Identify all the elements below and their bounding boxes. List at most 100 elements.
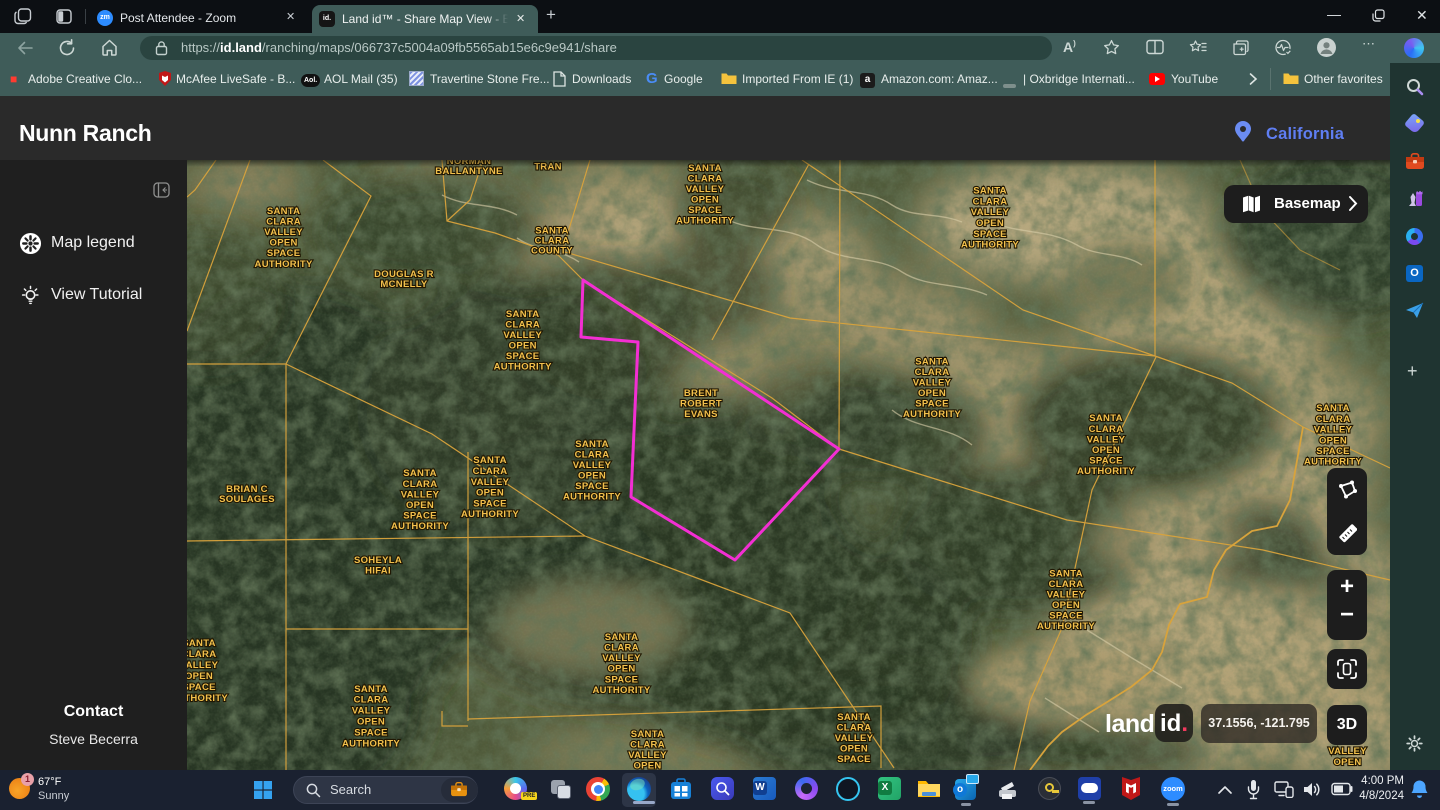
- svg-text:CLARA: CLARA: [403, 479, 438, 490]
- svg-text:VALLEY: VALLEY: [1328, 746, 1367, 757]
- svg-text:VALLEY: VALLEY: [503, 330, 542, 341]
- svg-text:BRENT: BRENT: [684, 388, 718, 399]
- svg-text:SANTA: SANTA: [267, 206, 301, 217]
- svg-text:VALLEY: VALLEY: [686, 184, 725, 195]
- svg-text:AUTHORITY: AUTHORITY: [903, 409, 961, 420]
- svg-text:SANTA: SANTA: [506, 309, 540, 320]
- svg-text:VALLEY: VALLEY: [352, 706, 391, 717]
- svg-text:CLARA: CLARA: [915, 367, 950, 378]
- svg-text:OPEN: OPEN: [840, 743, 868, 754]
- svg-text:VALLEY: VALLEY: [1314, 425, 1353, 436]
- svg-text:OPEN: OPEN: [1092, 445, 1120, 456]
- svg-text:AUTHORITY: AUTHORITY: [563, 492, 621, 503]
- svg-text:SPACE: SPACE: [837, 754, 871, 765]
- svg-text:VALLEY: VALLEY: [264, 227, 303, 238]
- svg-text:CLARA: CLARA: [604, 643, 639, 654]
- svg-text:OPEN: OPEN: [691, 195, 719, 206]
- svg-text:VALLEY: VALLEY: [628, 750, 667, 761]
- svg-text:SANTA: SANTA: [631, 729, 665, 740]
- svg-text:AUTHORITY: AUTHORITY: [1304, 457, 1362, 468]
- svg-text:SOHEYLA: SOHEYLA: [354, 555, 402, 566]
- svg-text:SANTA: SANTA: [575, 439, 609, 450]
- svg-text:EVANS: EVANS: [684, 409, 718, 420]
- svg-text:AUTHORITY: AUTHORITY: [391, 521, 449, 532]
- svg-text:SPACE: SPACE: [187, 682, 216, 693]
- svg-text:CLARA: CLARA: [505, 320, 540, 331]
- svg-text:SPACE: SPACE: [1316, 446, 1350, 457]
- svg-text:SPACE: SPACE: [267, 248, 301, 259]
- svg-text:SANTA: SANTA: [1049, 569, 1083, 580]
- svg-text:OPEN: OPEN: [1333, 757, 1361, 768]
- svg-text:SANTA: SANTA: [915, 357, 949, 368]
- svg-text:BALLANTYNE: BALLANTYNE: [435, 166, 502, 177]
- svg-text:AUTHORITY: AUTHORITY: [592, 685, 650, 696]
- svg-text:SPACE: SPACE: [506, 351, 540, 362]
- svg-text:OPEN: OPEN: [509, 341, 537, 352]
- svg-text:VALLEY: VALLEY: [1087, 434, 1126, 445]
- svg-text:HIFAI: HIFAI: [365, 566, 391, 577]
- svg-text:CLARA: CLARA: [575, 450, 610, 461]
- svg-text:OPEN: OPEN: [406, 500, 434, 511]
- svg-text:SANTA: SANTA: [354, 684, 388, 695]
- svg-text:OPEN: OPEN: [1319, 435, 1347, 446]
- svg-text:SPACE: SPACE: [403, 511, 437, 522]
- svg-text:VALLEY: VALLEY: [602, 653, 641, 664]
- svg-text:SPACE: SPACE: [575, 481, 609, 492]
- svg-text:SPACE: SPACE: [1049, 611, 1083, 622]
- svg-text:AUTHORITY: AUTHORITY: [342, 738, 400, 749]
- svg-text:SPACE: SPACE: [1089, 456, 1123, 467]
- svg-text:SANTA: SANTA: [837, 712, 871, 723]
- svg-text:CLARA: CLARA: [630, 740, 665, 751]
- svg-text:SANTA: SANTA: [1089, 413, 1123, 424]
- svg-text:SPACE: SPACE: [973, 229, 1007, 240]
- svg-text:VALLEY: VALLEY: [1047, 590, 1086, 601]
- svg-text:AUTHORITY: AUTHORITY: [255, 259, 313, 270]
- svg-text:AUTHORITY: AUTHORITY: [676, 216, 734, 227]
- svg-text:SPACE: SPACE: [605, 674, 639, 685]
- svg-text:CLARA: CLARA: [688, 174, 723, 185]
- svg-text:AUTHORITY: AUTHORITY: [961, 240, 1019, 251]
- svg-text:VALLEY: VALLEY: [913, 378, 952, 389]
- svg-text:CLARA: CLARA: [1089, 424, 1124, 435]
- svg-text:OPEN: OPEN: [476, 488, 504, 499]
- svg-text:SANTA: SANTA: [473, 455, 507, 466]
- svg-text:SANTA: SANTA: [973, 186, 1007, 197]
- svg-text:COUNTY: COUNTY: [531, 246, 573, 257]
- svg-text:OPEN: OPEN: [187, 671, 213, 682]
- svg-text:OPEN: OPEN: [918, 388, 946, 399]
- svg-text:VALLEY: VALLEY: [971, 207, 1010, 218]
- svg-text:AUTHORITY: AUTHORITY: [1077, 466, 1135, 477]
- svg-text:SANTA: SANTA: [187, 638, 216, 649]
- svg-text:AUTHORITY: AUTHORITY: [1037, 621, 1095, 632]
- svg-text:SPACE: SPACE: [473, 498, 507, 509]
- svg-text:CLARA: CLARA: [1049, 579, 1084, 590]
- svg-text:CLARA: CLARA: [187, 649, 216, 660]
- svg-text:MCNELLY: MCNELLY: [380, 279, 428, 290]
- svg-text:VALLEY: VALLEY: [471, 477, 510, 488]
- svg-text:CLARA: CLARA: [473, 466, 508, 477]
- svg-text:AUTHORITY: AUTHORITY: [187, 693, 228, 704]
- svg-text:VALLEY: VALLEY: [573, 460, 612, 471]
- svg-text:SPACE: SPACE: [354, 727, 388, 738]
- svg-text:CLARA: CLARA: [973, 196, 1008, 207]
- svg-text:VALLEY: VALLEY: [187, 660, 219, 671]
- svg-text:SOULAGES: SOULAGES: [219, 494, 275, 505]
- svg-text:OPEN: OPEN: [270, 238, 298, 249]
- svg-text:OPEN: OPEN: [578, 471, 606, 482]
- svg-text:ROBERT: ROBERT: [680, 399, 722, 410]
- svg-text:CLARA: CLARA: [266, 216, 301, 227]
- svg-text:CLARA: CLARA: [1316, 414, 1351, 425]
- svg-text:CLARA: CLARA: [354, 695, 389, 706]
- svg-text:VALLEY: VALLEY: [835, 733, 874, 744]
- svg-text:SANTA: SANTA: [605, 632, 639, 643]
- svg-text:OPEN: OPEN: [607, 664, 635, 675]
- svg-text:AUTHORITY: AUTHORITY: [461, 509, 519, 520]
- svg-text:OPEN: OPEN: [357, 717, 385, 728]
- svg-text:SPACE: SPACE: [688, 205, 722, 216]
- svg-text:OPEN: OPEN: [633, 761, 661, 771]
- svg-text:VALLEY: VALLEY: [401, 489, 440, 500]
- svg-text:OPEN: OPEN: [976, 218, 1004, 229]
- svg-text:SANTA: SANTA: [403, 468, 437, 479]
- svg-text:SANTA: SANTA: [1316, 403, 1350, 414]
- svg-text:CLARA: CLARA: [837, 723, 872, 734]
